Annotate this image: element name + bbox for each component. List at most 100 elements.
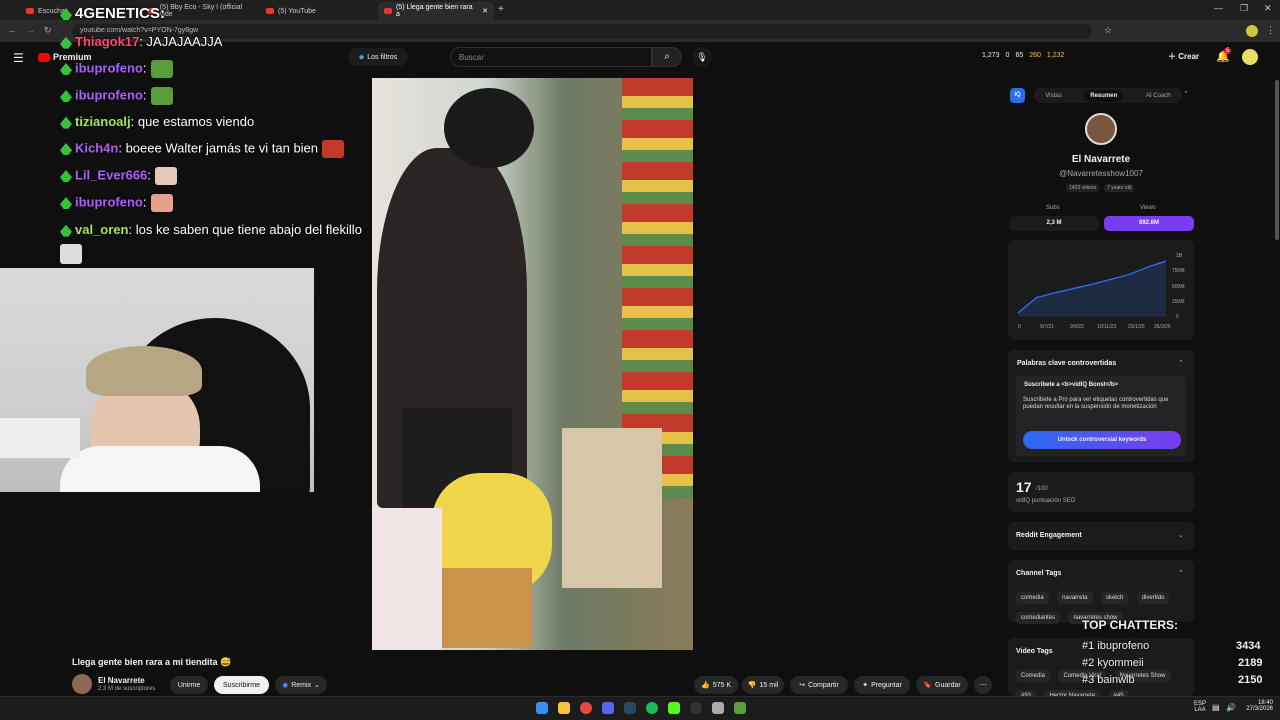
minecraft-icon[interactable] bbox=[734, 702, 746, 714]
clock[interactable]: 18:40 27/3/2026 bbox=[1241, 700, 1273, 712]
controversial-title: Palabras clave controvertidas bbox=[1017, 360, 1117, 367]
steam-icon[interactable] bbox=[624, 702, 636, 714]
file-explorer-icon[interactable] bbox=[558, 702, 570, 714]
bread-rack bbox=[562, 428, 662, 588]
url-field[interactable]: youtube.com/watch?v=PYON-7gy8gw bbox=[72, 24, 1092, 39]
top-chatter-name: #1 ibuprofeno bbox=[1082, 640, 1150, 652]
controversial-keywords-card: Palabras clave controvertidas ⌃ Suscríbe… bbox=[1008, 350, 1194, 462]
language-indicator[interactable]: ESP LAA bbox=[1194, 701, 1206, 713]
seo-score-card: 17 /100 vidIQ puntuación SEO bbox=[1008, 472, 1194, 512]
chat-emote-icon bbox=[60, 244, 82, 264]
minimize-icon[interactable]: — bbox=[1214, 3, 1223, 13]
chat-message: Lil_Ever666: bbox=[60, 167, 177, 185]
top-chatter-name: #2 kyommeii bbox=[1082, 657, 1144, 669]
more-actions-icon[interactable]: ⋯ bbox=[974, 676, 992, 694]
reload-icon[interactable]: ↻ bbox=[44, 25, 52, 36]
filters-button[interactable]: ◆ Los filtros bbox=[348, 48, 408, 66]
collapse-chevron-icon[interactable]: ⌃ bbox=[1178, 569, 1184, 577]
subs-value[interactable]: 2,3 M bbox=[1009, 216, 1099, 231]
youtube-favicon-icon bbox=[384, 8, 392, 14]
x-tick: 0 bbox=[1018, 324, 1021, 330]
ask-button[interactable]: ✦ Preguntar bbox=[854, 676, 910, 694]
video-player[interactable] bbox=[372, 78, 693, 650]
window-close-icon[interactable]: ✕ bbox=[1264, 3, 1272, 14]
collapse-chevron-icon[interactable]: ⌃ bbox=[1178, 359, 1184, 367]
chat-username: Lil_Ever666 bbox=[75, 167, 148, 183]
top-chatter-count: 3434 bbox=[1236, 640, 1261, 652]
app-icon[interactable] bbox=[712, 702, 724, 714]
join-button[interactable]: Unirme bbox=[170, 676, 208, 694]
views-value[interactable]: 892.8M bbox=[1104, 216, 1194, 231]
channel-avatar[interactable] bbox=[72, 674, 92, 694]
profile-avatar-icon[interactable] bbox=[1246, 25, 1258, 37]
bookmark-star-icon[interactable]: ☆ bbox=[1104, 25, 1112, 36]
tab-resumen[interactable]: Resumen bbox=[1084, 89, 1124, 102]
channel-tags-card: Channel Tags ⌃ comedia navarreta sketch … bbox=[1008, 560, 1194, 624]
chat-badge-icon bbox=[60, 224, 72, 237]
chat-emote-icon bbox=[150, 87, 173, 105]
tab-ai-coach[interactable]: AI Coach bbox=[1146, 93, 1171, 99]
windows-start-icon[interactable] bbox=[536, 702, 548, 714]
channel-tag: comedia bbox=[1016, 592, 1049, 604]
thumbs-down-icon: 👎 bbox=[747, 682, 757, 689]
chat-message: ibuprofeno: bbox=[60, 60, 173, 78]
channel-tags-title: Channel Tags bbox=[1016, 570, 1062, 577]
search-input[interactable]: Buscar bbox=[450, 47, 652, 67]
obs-icon[interactable] bbox=[690, 702, 702, 714]
remix-button[interactable]: ◉ Remix ⌄ bbox=[275, 676, 327, 694]
thumbs-up-icon: 👍 bbox=[700, 682, 710, 689]
dislike-button[interactable]: 👎 15 mil bbox=[742, 676, 784, 694]
maximize-icon[interactable]: ❐ bbox=[1240, 3, 1248, 14]
unlock-keywords-button[interactable]: Unlock controversial keywords bbox=[1023, 431, 1181, 449]
tab-current-video[interactable]: (5) Llega gente bien rara a ✕ bbox=[378, 2, 494, 20]
channel-tag: divertido bbox=[1136, 592, 1170, 604]
x-tick: 26/3/26 bbox=[1154, 324, 1171, 330]
chat-badge-icon bbox=[60, 63, 72, 75]
vidiq-stats-bar: 1,273 0 65 260 1,232 bbox=[982, 52, 1065, 59]
discord-icon[interactable] bbox=[602, 702, 614, 714]
video-title: Llega gente bien rara a mi tiendita 😅 bbox=[72, 657, 232, 667]
volume-icon[interactable]: 🔊 bbox=[1226, 703, 1236, 712]
kick-icon[interactable] bbox=[668, 702, 680, 714]
channel-name[interactable]: El Navarrete bbox=[98, 676, 145, 685]
subscribe-button[interactable]: Suscribirme bbox=[214, 676, 269, 694]
network-icon[interactable]: ▤ bbox=[1212, 703, 1220, 712]
reddit-engagement-card[interactable]: Reddit Engagement ⌄ bbox=[1008, 522, 1194, 550]
tab-youtube[interactable]: (5) YouTube bbox=[260, 2, 376, 20]
close-icon[interactable]: ✕ bbox=[482, 7, 488, 15]
chat-username: ibuprofeno bbox=[75, 87, 143, 103]
account-avatar[interactable] bbox=[1242, 49, 1258, 65]
scrollbar-thumb[interactable] bbox=[1275, 80, 1279, 240]
collapse-chevron-icon[interactable]: ⌃ bbox=[1183, 90, 1189, 98]
create-button[interactable]: ＋ Crear bbox=[1168, 51, 1199, 62]
bookmark-icon: 🔖 bbox=[923, 682, 933, 689]
x-tick: 9/7/21 bbox=[1040, 324, 1054, 330]
filter-icon: ◆ bbox=[358, 54, 365, 61]
like-button[interactable]: 👍 575 K bbox=[694, 676, 738, 694]
channel-profile-avatar bbox=[1085, 113, 1117, 145]
panel-channel-name: El Navarrete bbox=[1071, 154, 1131, 165]
back-icon[interactable]: ← bbox=[8, 25, 17, 35]
chat-text: : bbox=[142, 60, 147, 76]
channel-tag: navarreta bbox=[1057, 592, 1093, 604]
new-tab-icon[interactable]: + bbox=[498, 4, 504, 15]
hamburger-menu-icon[interactable]: ☰ bbox=[13, 51, 24, 65]
chrome-icon[interactable] bbox=[580, 702, 592, 714]
chat-message: ibuprofeno: bbox=[60, 194, 173, 212]
browser-menu-icon[interactable]: ⋮ bbox=[1266, 25, 1275, 36]
youtube-logo-icon[interactable] bbox=[38, 53, 50, 62]
voice-search-button[interactable]: 🎙 bbox=[692, 47, 712, 67]
search-button[interactable]: ⌕ bbox=[652, 47, 682, 67]
chat-username: Kich4n bbox=[75, 140, 119, 156]
y-tick: 0 bbox=[1176, 314, 1179, 320]
tab-vistas[interactable]: Vistas bbox=[1045, 93, 1061, 99]
chat-badge-icon bbox=[60, 143, 72, 155]
chat-message: tizianoalj: que estamos viendo bbox=[60, 114, 254, 130]
spotify-icon[interactable] bbox=[646, 702, 658, 714]
y-tick: 250M bbox=[1172, 299, 1185, 305]
share-button[interactable]: ↪ Compartir bbox=[790, 676, 848, 694]
page-scrollbar[interactable] bbox=[1274, 72, 1280, 696]
streamer-webcam bbox=[0, 268, 314, 492]
save-button[interactable]: 🔖 Guardar bbox=[916, 676, 968, 694]
forward-icon[interactable]: → bbox=[26, 25, 35, 35]
